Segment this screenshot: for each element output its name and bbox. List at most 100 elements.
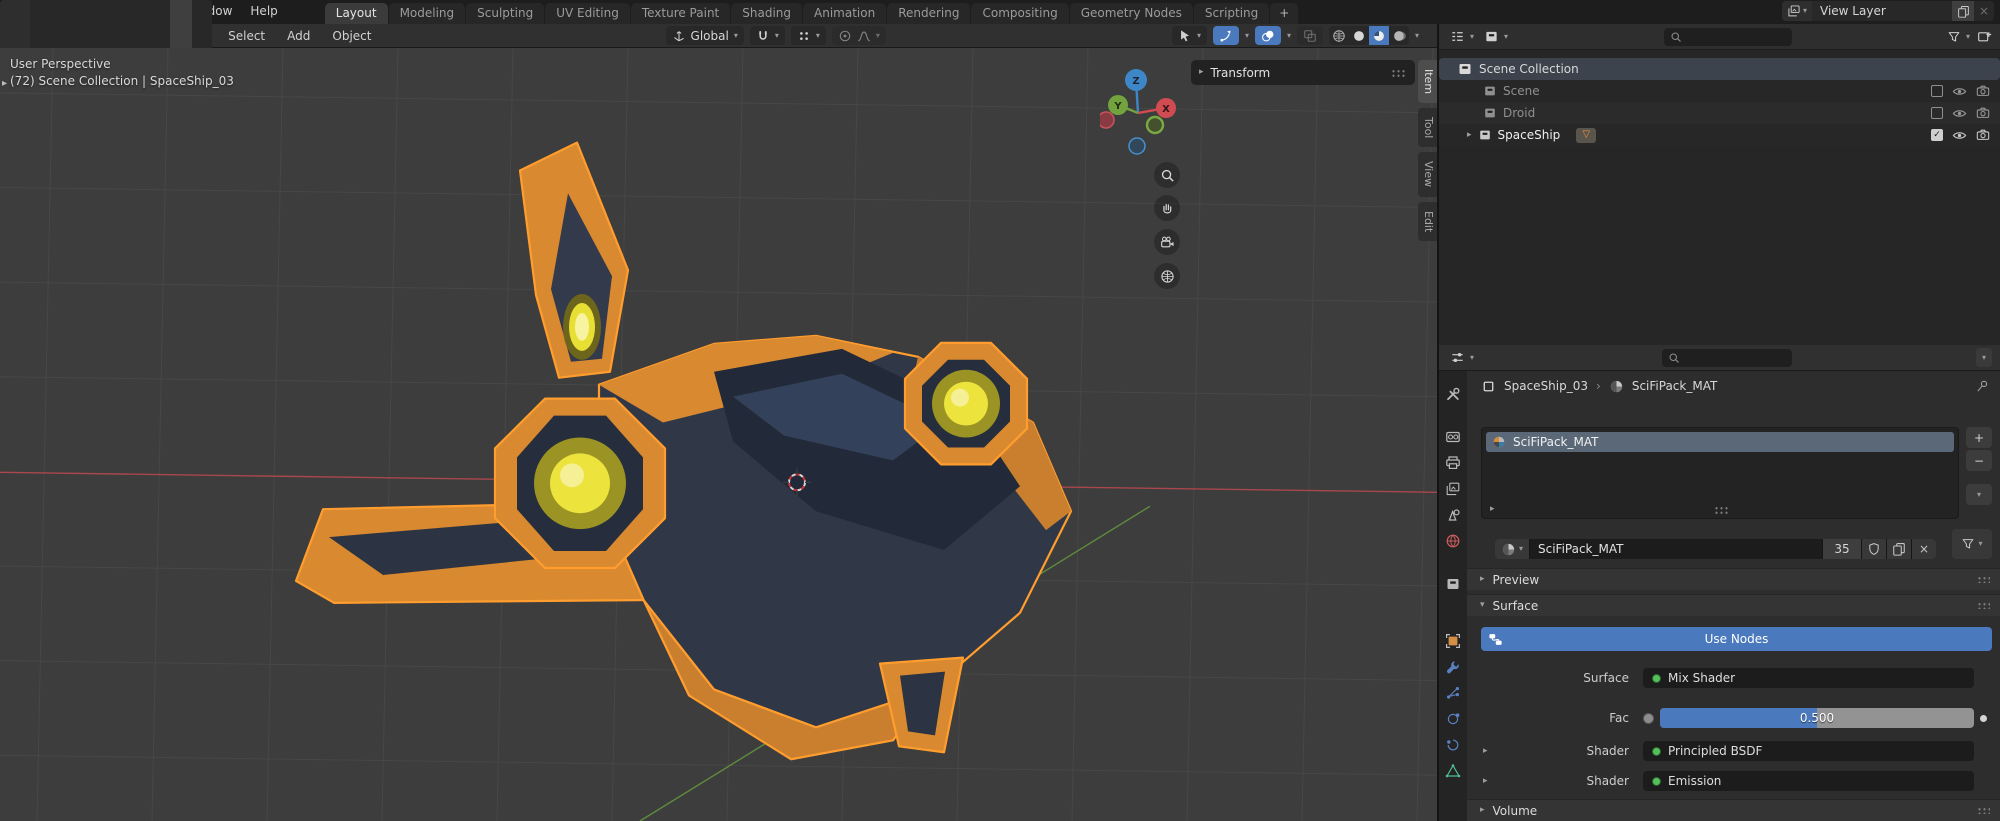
outliner-editor-type-selector[interactable]: ▾ [1447, 27, 1477, 46]
volume-section-header[interactable]: ▸ Volume [1467, 799, 2000, 821]
gizmo-neg-z-axis[interactable] [1129, 138, 1145, 154]
tab-output[interactable] [1440, 452, 1466, 473]
eye-icon[interactable] [1952, 106, 1967, 121]
workspace-tab-scripting[interactable]: Scripting [1194, 3, 1269, 24]
gizmo-neg-x-axis[interactable] [1100, 112, 1114, 128]
workspace-tab-compositing[interactable]: Compositing [971, 3, 1068, 24]
fac-slider[interactable]: 0.500 [1660, 708, 1974, 728]
gizmo-neg-y-axis[interactable] [1147, 117, 1163, 133]
view-layer-name[interactable]: View Layer [1812, 4, 1952, 18]
material-slot-list[interactable]: SciFiPack_MAT ▸ [1481, 427, 1959, 519]
menu-select[interactable]: Select [220, 29, 273, 43]
sidebar-tab-view[interactable]: View [1418, 152, 1437, 196]
material-browse-dropdown[interactable]: ▾ [1495, 539, 1529, 559]
shading-dropdown[interactable]: ▾ [1415, 32, 1419, 40]
snap-target-selector[interactable]: ▾ [791, 26, 826, 45]
view-layer-icon[interactable]: ▾ [1782, 1, 1812, 21]
overlays-dropdown[interactable]: ▾ [1287, 32, 1291, 40]
xray-toggle[interactable] [1297, 26, 1323, 45]
snap-toggle[interactable]: ▾ [750, 26, 785, 45]
slot-specials-dropdown[interactable]: ▾ [1966, 484, 1992, 505]
menu-help[interactable]: Help [241, 2, 286, 20]
shading-rendered-button[interactable] [1389, 26, 1409, 45]
transform-panel-header[interactable]: ▸ Transform [1191, 60, 1415, 85]
workspace-tab-rendering[interactable]: Rendering [887, 3, 970, 24]
tab-world[interactable] [1440, 530, 1466, 551]
outliner-row-scene[interactable]: Scene ✓ [1439, 80, 2000, 102]
preview-section-header[interactable]: ▸ Preview [1467, 568, 2000, 590]
add-slot-button[interactable]: + [1966, 427, 1992, 448]
properties-editor-type-selector[interactable]: ▾ [1447, 348, 1477, 367]
expand-icon[interactable]: ▸ [1483, 746, 1488, 756]
shading-material-preview-button[interactable] [1369, 26, 1389, 45]
workspace-tab-sculpting[interactable]: Sculpting [466, 3, 544, 24]
use-nodes-button[interactable]: Use Nodes [1481, 627, 1992, 651]
show-overlays-toggle[interactable] [1255, 26, 1281, 45]
camera-render-icon[interactable] [1976, 128, 1990, 142]
expand-icon[interactable]: ▸ [1483, 776, 1488, 786]
orientation-selector[interactable]: Global▾ [666, 26, 744, 45]
object-type-visibility-selector[interactable]: ▾ [1172, 26, 1207, 45]
eye-icon[interactable] [1952, 84, 1967, 99]
tab-view-layer[interactable] [1440, 478, 1466, 499]
tab-tool[interactable] [1440, 383, 1466, 404]
shading-solid-button[interactable] [1349, 26, 1369, 45]
shading-wireframe-button[interactable] [1329, 26, 1349, 45]
view-layer-selector[interactable]: ▾ View Layer × [1782, 1, 1994, 21]
camera-render-icon[interactable] [1976, 106, 1990, 120]
new-view-layer-button[interactable] [1952, 1, 1974, 21]
expand-arrow-icon[interactable]: ▸ [1467, 131, 1472, 140]
material-name-field[interactable]: SciFiPack_MAT [1530, 539, 1822, 559]
material-users-count[interactable]: 35 [1823, 539, 1861, 559]
toolbar-expand-chevron[interactable]: ▸ [2, 78, 7, 89]
panel-grip-icon[interactable] [1391, 69, 1407, 77]
navigation-gizmo[interactable]: Z Y X [1100, 68, 1180, 163]
tab-render[interactable] [1440, 426, 1466, 447]
breadcrumb-material[interactable]: SciFiPack_MAT [1632, 379, 1717, 393]
breadcrumb-object[interactable]: SpaceShip_03 [1504, 379, 1588, 393]
keyframe-dot[interactable] [1980, 715, 1987, 722]
zoom-button[interactable] [1154, 162, 1180, 188]
tab-collection[interactable] [1440, 573, 1466, 594]
outliner-row-spaceship[interactable]: ▸ SpaceShip ▽ ✓ [1439, 124, 2000, 146]
slot-specials-arrow[interactable]: ▸ [1490, 505, 1495, 514]
tab-modifiers[interactable] [1440, 656, 1466, 677]
unlink-material-button[interactable]: × [1912, 539, 1936, 559]
camera-render-icon[interactable] [1976, 84, 1990, 98]
tab-particles[interactable] [1440, 682, 1466, 703]
show-gizmo-toggle[interactable] [1213, 26, 1239, 45]
eye-icon[interactable] [1952, 128, 1967, 143]
outliner-row-droid[interactable]: Droid ✓ [1439, 102, 2000, 124]
exclude-checkbox[interactable]: ✓ [1931, 129, 1943, 141]
material-slot-item[interactable]: SciFiPack_MAT [1486, 432, 1954, 452]
workspace-tab-shading[interactable]: Shading [731, 3, 802, 24]
new-collection-button[interactable] [1977, 29, 1992, 44]
sidebar-tab-item[interactable]: Item [1418, 60, 1437, 103]
panel-grip-icon[interactable] [1977, 602, 1990, 609]
menu-add[interactable]: Add [279, 29, 318, 43]
outliner-row-scene-collection[interactable]: Scene Collection [1439, 58, 2000, 80]
pan-hand-button[interactable] [1154, 195, 1180, 221]
viewport-scene[interactable] [0, 48, 1437, 821]
workspace-tab-texture-paint[interactable]: Texture Paint [631, 3, 730, 24]
sidebar-tab-edit[interactable]: Edit [1418, 202, 1437, 241]
tab-scene[interactable] [1440, 504, 1466, 525]
fake-user-shield-button[interactable] [1862, 539, 1886, 559]
pin-icon[interactable] [1975, 379, 1990, 394]
tab-object-data[interactable] [1440, 760, 1466, 781]
properties-options-dropdown[interactable]: ▾ [1976, 348, 1992, 367]
tab-object[interactable] [1440, 630, 1466, 651]
shader2-field[interactable]: Emission [1643, 771, 1974, 791]
workspace-tab-uv-editing[interactable]: UV Editing [545, 3, 630, 24]
tab-physics[interactable] [1440, 708, 1466, 729]
workspace-tab-modeling[interactable]: Modeling [389, 3, 466, 24]
surface-shader-field[interactable]: Mix Shader [1643, 668, 1974, 688]
exclude-checkbox[interactable]: ✓ [1931, 85, 1943, 97]
tab-constraints[interactable] [1440, 734, 1466, 755]
sidebar-tab-tool[interactable]: Tool [1418, 108, 1437, 147]
menu-object[interactable]: Object [324, 29, 379, 43]
workspace-tab-animation[interactable]: Animation [803, 3, 886, 24]
3d-viewport[interactable]: User Perspective (72) Scene Collection |… [0, 48, 1437, 821]
orthographic-toggle-button[interactable] [1154, 263, 1180, 289]
remove-slot-button[interactable]: − [1966, 450, 1992, 471]
